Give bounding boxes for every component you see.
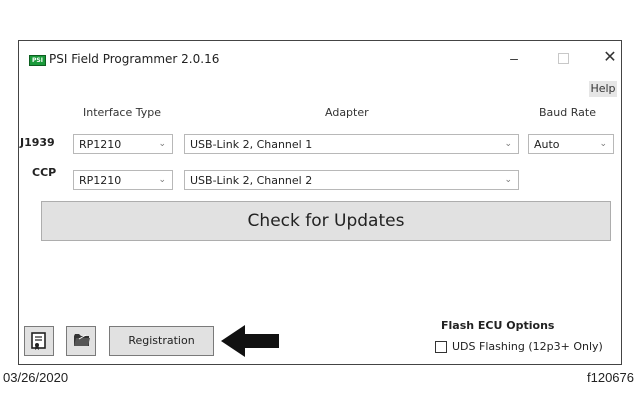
j1939-label: J1939 <box>20 136 55 149</box>
j1939-interface-value: RP1210 <box>79 138 122 151</box>
app-window: PSI PSI Field Programmer 2.0.16 – ✕ Help… <box>18 40 622 365</box>
j1939-adapter-select[interactable]: USB-Link 2, Channel 1 ⌄ <box>184 134 519 154</box>
j1939-interface-select[interactable]: RP1210 ⌄ <box>73 134 173 154</box>
certificate-icon <box>31 332 46 350</box>
ccp-adapter-select[interactable]: USB-Link 2, Channel 2 ⌄ <box>184 170 519 190</box>
document-date: 03/26/2020 <box>3 370 69 385</box>
folder-icon <box>74 334 90 346</box>
chevron-down-icon: ⌄ <box>158 139 166 149</box>
ccp-interface-select[interactable]: RP1210 ⌄ <box>73 170 173 190</box>
chevron-down-icon: ⌄ <box>504 175 512 185</box>
interface-type-header: Interface Type <box>83 106 162 119</box>
psi-app-icon: PSI <box>29 55 46 66</box>
chevron-down-icon: ⌄ <box>158 175 166 185</box>
title-bar: PSI PSI Field Programmer 2.0.16 – ✕ <box>19 41 621 73</box>
certificate-button[interactable] <box>24 326 54 356</box>
chevron-down-icon: ⌄ <box>599 139 607 149</box>
chevron-down-icon: ⌄ <box>504 139 512 149</box>
ccp-label: CCP <box>32 166 57 179</box>
uds-flashing-checkbox[interactable] <box>435 341 447 353</box>
window-title: PSI Field Programmer 2.0.16 <box>49 52 220 66</box>
figure-id: f120676 <box>587 370 634 385</box>
baud-rate-value: Auto <box>534 138 560 151</box>
baud-rate-select[interactable]: Auto ⌄ <box>528 134 614 154</box>
ccp-adapter-value: USB-Link 2, Channel 2 <box>190 174 313 187</box>
baud-rate-header: Baud Rate <box>539 106 596 119</box>
open-folder-button[interactable] <box>66 326 96 356</box>
ccp-interface-value: RP1210 <box>79 174 122 187</box>
uds-flashing-label: UDS Flashing (12p3+ Only) <box>452 340 603 353</box>
j1939-adapter-value: USB-Link 2, Channel 1 <box>190 138 313 151</box>
registration-button[interactable]: Registration <box>109 326 214 356</box>
close-button[interactable]: ✕ <box>599 48 621 68</box>
check-for-updates-button[interactable]: Check for Updates <box>41 201 611 241</box>
flash-ecu-options-title: Flash ECU Options <box>441 319 555 332</box>
help-menu[interactable]: Help <box>589 81 617 97</box>
maximize-icon <box>557 53 569 64</box>
maximize-button[interactable] <box>552 48 574 68</box>
minimize-button[interactable]: – <box>503 48 525 68</box>
pointer-arrow-icon <box>221 325 279 357</box>
adapter-header: Adapter <box>325 106 369 119</box>
